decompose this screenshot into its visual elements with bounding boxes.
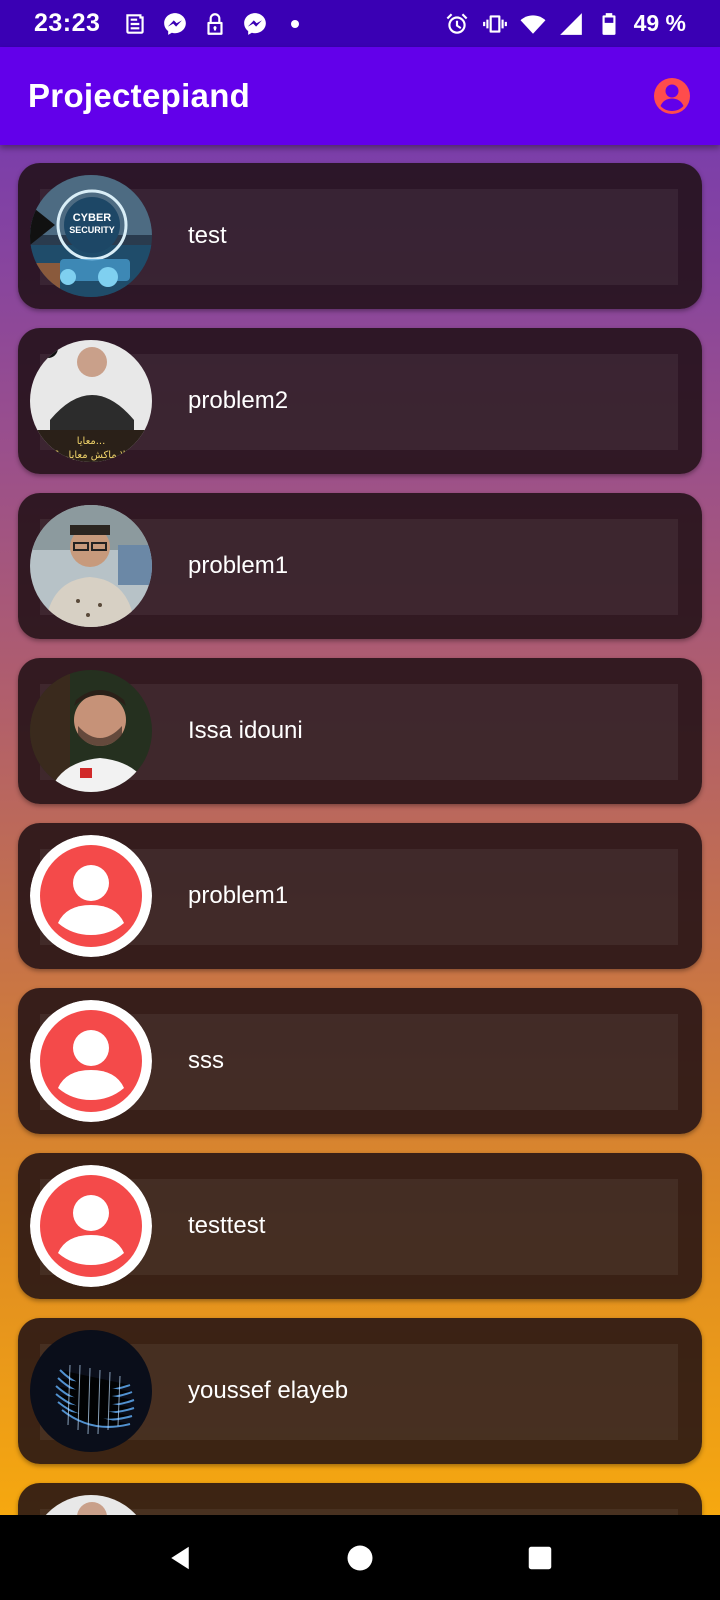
list-item[interactable]: problem1 <box>18 493 702 639</box>
account-circle-icon <box>654 78 690 114</box>
list-item[interactable]: youssef elayeb <box>18 1318 702 1464</box>
battery-icon <box>596 11 622 37</box>
messenger-icon <box>242 11 268 37</box>
svg-text:معايا...: معايا... <box>77 436 106 447</box>
alarm-icon <box>444 11 470 37</box>
list-item-name: test <box>188 222 227 249</box>
status-bar: 23:23 49 % <box>0 0 720 47</box>
notification-icons <box>122 11 308 37</box>
list-item-name: Issa idouni <box>188 717 303 744</box>
avatar <box>30 670 152 792</box>
avatar: معايا... الا ماكش معايا...؟ <box>30 340 152 462</box>
avatar <box>30 1330 152 1452</box>
list-item[interactable]: معايا... الا ماكش معايا...؟ problem2 <box>18 328 702 474</box>
home-button[interactable] <box>330 1528 390 1588</box>
default-person-icon <box>30 835 152 957</box>
default-person-icon <box>30 1165 152 1287</box>
list-item[interactable]: problem1 <box>18 823 702 969</box>
system-icons: 49 % <box>444 10 686 37</box>
back-icon <box>171 1546 189 1569</box>
navigation-bar <box>0 1515 720 1600</box>
list-item-name: problem1 <box>188 882 289 909</box>
profile-button[interactable] <box>652 76 692 116</box>
recents-button[interactable] <box>510 1528 570 1588</box>
svg-text:الا ماكش معايا...؟: الا ماكش معايا...؟ <box>54 450 129 461</box>
svg-text:SECURITY: SECURITY <box>69 225 115 235</box>
news-icon <box>122 11 148 37</box>
list-item[interactable]: testtest <box>18 1153 702 1299</box>
battery-percentage: 49 % <box>633 10 686 36</box>
list-item[interactable]: sss <box>18 988 702 1134</box>
messenger-icon <box>162 11 188 37</box>
home-icon <box>347 1545 373 1570</box>
back-button[interactable] <box>150 1528 210 1588</box>
wifi-icon <box>520 11 546 37</box>
list-item[interactable]: Issa idouni <box>18 658 702 804</box>
default-person-icon <box>30 1000 152 1122</box>
user-list-container[interactable]: CYBER SECURITY test معايا... الا ماكش مع… <box>0 145 720 1515</box>
app-bar: Projectepiand <box>0 47 720 145</box>
list-item-name: youssef elayeb <box>188 1377 349 1404</box>
user-list: CYBER SECURITY test معايا... الا ماكش مع… <box>18 163 702 1515</box>
signal-icon <box>558 11 584 37</box>
list-item-name: sss <box>188 1047 224 1074</box>
app-title: Projectepiand <box>28 77 251 114</box>
svg-text:CYBER: CYBER <box>73 212 112 224</box>
list-item[interactable] <box>18 1483 702 1515</box>
avatar: CYBER SECURITY <box>30 175 152 297</box>
status-time: 23:23 <box>34 9 101 37</box>
list-item-name: problem1 <box>188 552 289 579</box>
lock-icon <box>202 11 228 37</box>
list-item[interactable]: CYBER SECURITY test <box>18 163 702 309</box>
recents-icon <box>528 1546 552 1569</box>
avatar <box>30 505 152 627</box>
dot-icon <box>282 11 308 37</box>
vibrate-icon <box>482 11 508 37</box>
list-item-name: problem2 <box>188 387 289 414</box>
list-item-name: testtest <box>188 1212 266 1239</box>
avatar <box>30 1495 152 1515</box>
